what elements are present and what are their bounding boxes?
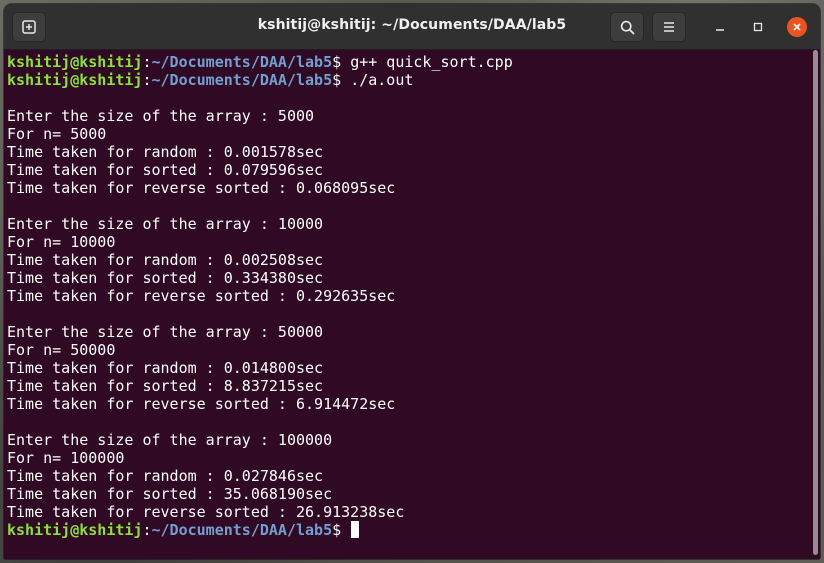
window-title: kshitij@kshitij: ~/Documents/DAA/lab5: [257, 17, 567, 33]
search-icon: [620, 20, 635, 35]
command-text: ./a.out: [350, 71, 414, 89]
prompt-user: kshitij@kshitij: [7, 71, 143, 89]
prompt-separator: :: [142, 521, 152, 539]
output-line: Time taken for reverse sorted : 0.068095…: [7, 179, 396, 197]
maximize-button[interactable]: [748, 17, 768, 37]
terminal-window: kshitij@kshitij: ~/Documents/DAA/lab5 ks…: [4, 4, 820, 559]
prompt-path: ~/Documents/DAA/lab5: [151, 71, 333, 89]
prompt-separator: :: [142, 53, 152, 71]
output-line: Enter the size of the array : 10000: [7, 215, 324, 233]
terminal-output-area[interactable]: kshitij@kshitij:~/Documents/DAA/lab5$ g+…: [4, 50, 810, 559]
close-icon: [792, 22, 802, 32]
prompt-path: ~/Documents/DAA/lab5: [151, 521, 333, 539]
menu-button[interactable]: [652, 12, 686, 42]
prompt-user: kshitij@kshitij: [7, 53, 143, 71]
output-line: For n= 5000: [7, 125, 107, 143]
close-button[interactable]: [787, 17, 807, 37]
maximize-icon: [753, 22, 763, 32]
output-line: Enter the size of the array : 100000: [7, 431, 333, 449]
title-bar: kshitij@kshitij: ~/Documents/DAA/lab5: [4, 4, 820, 50]
output-line: Time taken for random : 0.001578sec: [7, 143, 324, 161]
output-line: For n= 100000: [7, 449, 125, 467]
output-line: Enter the size of the array : 5000: [7, 107, 315, 125]
output-line: Time taken for random : 0.027846sec: [7, 467, 324, 485]
output-line: Enter the size of the array : 50000: [7, 323, 324, 341]
prompt-symbol: $: [332, 71, 351, 89]
scrollbar-thumb[interactable]: [813, 50, 818, 555]
scrollbar[interactable]: [810, 50, 820, 559]
new-tab-button[interactable]: [12, 12, 46, 42]
minimize-button[interactable]: [710, 17, 730, 37]
command-text: g++ quick_sort.cpp: [350, 53, 513, 71]
hamburger-menu-icon: [663, 21, 675, 33]
command-line: kshitij@kshitij:~/Documents/DAA/lab5$ ./…: [7, 71, 810, 89]
prompt-user: kshitij@kshitij: [7, 521, 143, 539]
prompt-path: ~/Documents/DAA/lab5: [151, 53, 333, 71]
new-tab-icon: [22, 20, 36, 34]
output-line: Time taken for random : 0.002508sec: [7, 251, 324, 269]
prompt-symbol: $: [332, 521, 351, 539]
prompt-separator: :: [142, 71, 152, 89]
output-line: Time taken for reverse sorted : 26.91323…: [7, 503, 405, 521]
prompt-symbol: $: [332, 53, 351, 71]
output-line: Time taken for sorted : 8.837215sec: [7, 377, 324, 395]
output-line: Time taken for sorted : 35.068190sec: [7, 485, 333, 503]
output-line: For n= 50000: [7, 341, 116, 359]
current-prompt-line: kshitij@kshitij:~/Documents/DAA/lab5$: [7, 521, 810, 539]
output-line: For n= 10000: [7, 233, 116, 251]
output-line: Time taken for random : 0.014800sec: [7, 359, 324, 377]
command-line: kshitij@kshitij:~/Documents/DAA/lab5$ g+…: [7, 53, 810, 71]
minimize-icon: [715, 22, 725, 32]
output-line: Time taken for reverse sorted : 0.292635…: [7, 287, 396, 305]
search-button[interactable]: [610, 12, 644, 42]
output-line: Time taken for reverse sorted : 6.914472…: [7, 395, 396, 413]
output-line: Time taken for sorted : 0.334380sec: [7, 269, 324, 287]
output-line: Time taken for sorted : 0.079596sec: [7, 161, 324, 179]
window-title-container: kshitij@kshitij: ~/Documents/DAA/lab5: [4, 17, 820, 33]
text-cursor: [351, 521, 360, 538]
